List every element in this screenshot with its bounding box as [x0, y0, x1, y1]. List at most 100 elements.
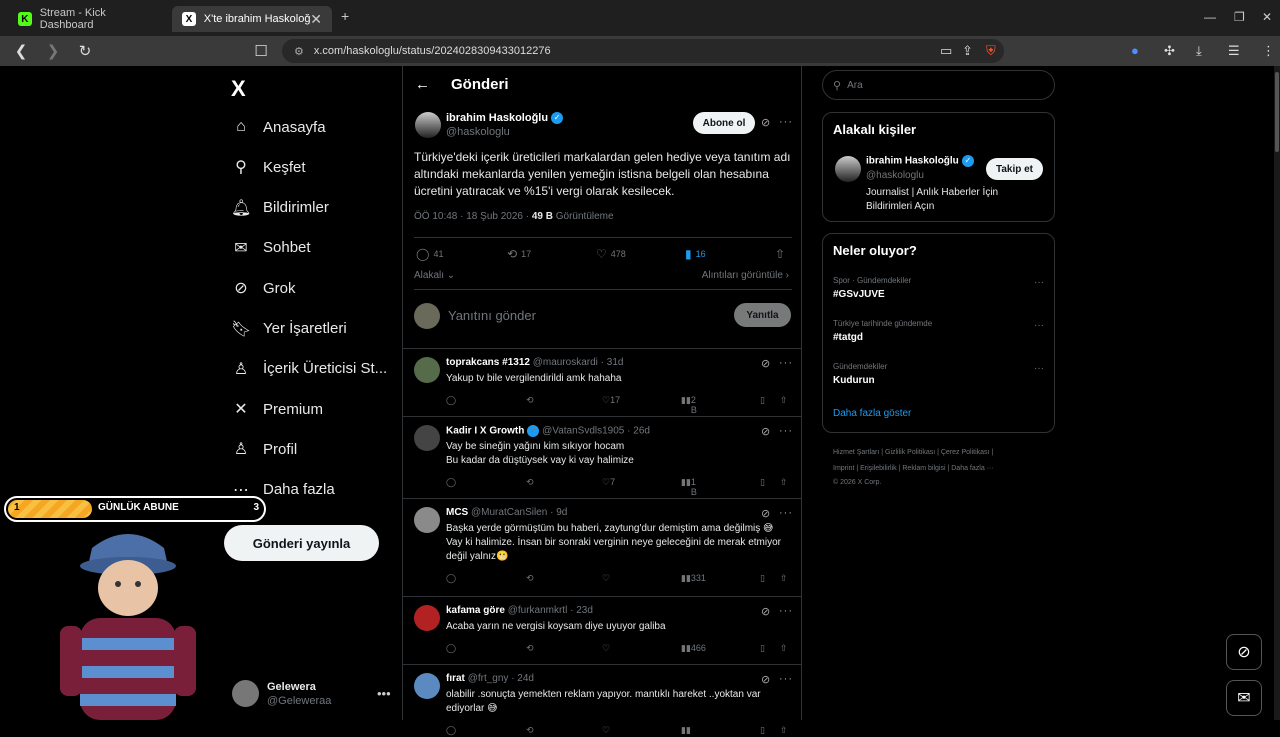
avatar[interactable] [414, 507, 440, 533]
reply-icon[interactable]: ◯ [446, 573, 456, 584]
share-icon[interactable]: ⇧ [780, 477, 788, 488]
nav-item-1[interactable]: ⚲ Keşfet [231, 152, 305, 182]
more-icon[interactable]: ··· [779, 605, 793, 617]
more-icon[interactable]: ··· [779, 673, 793, 685]
share-icon[interactable]: ⇧ [780, 643, 788, 654]
brave-shield-icon[interactable]: ⛨ [986, 43, 996, 59]
tab-x-post[interactable]: X X'te ibrahim Haskoloğlu: "Tür ✕ [172, 6, 332, 32]
search-input[interactable]: ⚲ Ara [822, 70, 1055, 100]
share-icon[interactable]: ⇧ [780, 395, 788, 406]
bookmark-action[interactable]: ▮ 16 [685, 247, 706, 261]
share-icon[interactable]: ⇧ [780, 725, 788, 736]
share-icon[interactable]: ⇪ [962, 43, 973, 59]
repost-icon[interactable]: ⟲ [526, 725, 534, 736]
x-logo[interactable]: X [231, 76, 246, 102]
grok-icon[interactable]: ⊘ [761, 357, 770, 370]
nav-item-7[interactable]: ✕ Premium [231, 394, 323, 424]
extensions-icon[interactable]: ✣ [1164, 43, 1175, 59]
share-icon[interactable]: ⇧ [775, 247, 789, 261]
like-action[interactable]: ♡ [602, 725, 610, 736]
avatar[interactable] [414, 425, 440, 451]
author-avatar[interactable] [415, 112, 441, 138]
bookmark-icon[interactable]: ▯ [760, 477, 765, 488]
reply-icon[interactable]: ◯ [446, 395, 456, 406]
like-action[interactable]: ♡ 7 [602, 477, 615, 488]
grok-icon[interactable]: ⊘ [761, 673, 770, 686]
reply-author[interactable]: Kadir I X Growth ✓ @VatanSvdls1905 · 26d [446, 425, 650, 437]
like-action[interactable]: ♡ [602, 573, 610, 584]
reply-item[interactable]: toprakcans #1312 @mauroskardi · 31d ⊘ ··· Y… [403, 348, 801, 416]
like-action[interactable]: ♡ 478 [596, 247, 626, 261]
views-action[interactable]: ▮▮ 1 B [681, 477, 697, 497]
nav-item-4[interactable]: ⊘ Grok [231, 273, 295, 303]
reply-author[interactable]: kafama göre @furkanmkrtl · 23d [446, 605, 593, 616]
view-quotes-link[interactable]: Alıntıları görüntüle › [702, 270, 789, 281]
bookmark-icon[interactable]: ▯ [760, 725, 765, 736]
bookmark-page-icon[interactable]: ☐ [250, 40, 272, 62]
share-icon[interactable]: ⇧ [780, 573, 788, 584]
reload-icon[interactable]: ↻ [74, 40, 96, 62]
scrollbar-thumb[interactable] [1275, 72, 1279, 152]
avatar[interactable] [414, 605, 440, 631]
grok-fab-icon[interactable]: ⊘ [1226, 634, 1262, 670]
cast-icon[interactable]: ▭ [940, 43, 952, 59]
tab-kick-dashboard[interactable]: K Stream - Kick Dashboard [8, 6, 170, 32]
reply-item[interactable]: Kadir I X Growth ✓ @VatanSvdls1905 · 26d ⊘… [403, 416, 801, 498]
reply-action[interactable]: ◯ 41 [416, 247, 443, 261]
restore-icon[interactable]: ❐ [1234, 10, 1245, 24]
like-action[interactable]: ♡ 17 [602, 395, 620, 406]
new-tab-button[interactable]: + [341, 8, 349, 24]
scrollbar[interactable] [1274, 66, 1280, 720]
reply-input[interactable]: Yanıtını gönder [448, 308, 536, 323]
reply-icon[interactable]: ◯ [446, 643, 456, 654]
reply-item[interactable]: kafama göre @furkanmkrtl · 23d ⊘ ··· Acaba … [403, 596, 801, 664]
more-icon[interactable]: ••• [377, 686, 391, 701]
subscribe-button[interactable]: Abone ol [693, 112, 755, 134]
more-icon[interactable]: ··· [1034, 320, 1044, 331]
author-handle[interactable]: @haskologlu [446, 126, 510, 138]
more-icon[interactable]: ··· [1034, 363, 1044, 374]
views-action[interactable]: ▮▮ 466 [681, 643, 706, 654]
bookmark-icon[interactable]: ▯ [760, 643, 765, 654]
minimize-icon[interactable]: — [1204, 10, 1216, 24]
repost-icon[interactable]: ⟲ [526, 573, 534, 584]
repost-icon[interactable]: ⟲ [526, 643, 534, 654]
extension-app-icon[interactable]: ● [1131, 43, 1139, 58]
repost-icon[interactable]: ⟲ [526, 477, 534, 488]
show-more-link[interactable]: Daha fazla göster [833, 408, 911, 419]
messages-fab-icon[interactable]: ✉ [1226, 680, 1262, 716]
avatar[interactable] [414, 357, 440, 383]
repost-action[interactable]: ⟲ 17 [507, 247, 531, 261]
media-icon[interactable]: ☰ [1228, 43, 1240, 59]
nav-item-3[interactable]: ✉ Sohbet [231, 233, 310, 263]
reply-icon[interactable]: ◯ [446, 477, 456, 488]
related-name[interactable]: ibrahim Haskoloğlu ✓ [866, 155, 974, 167]
nav-item-2[interactable]: 🔔︎ Bildirimler [231, 193, 329, 223]
menu-icon[interactable]: ⋮ [1262, 43, 1275, 59]
views-action[interactable]: ▮▮ 2 B [681, 395, 697, 415]
follow-button[interactable]: Takip et [986, 158, 1043, 180]
address-bar[interactable]: ⚙ x.com/haskologlu/status/20240283094330… [282, 39, 1004, 63]
post-button[interactable]: Gönderi yayınla [224, 525, 379, 561]
close-window-icon[interactable]: ✕ [1262, 10, 1272, 24]
more-icon[interactable]: ··· [1034, 277, 1044, 288]
bookmark-icon[interactable]: ▯ [760, 395, 765, 406]
reply-author[interactable]: toprakcans #1312 @mauroskardi · 31d [446, 357, 623, 368]
like-action[interactable]: ♡ [602, 643, 610, 654]
reply-button[interactable]: Yanıtla [734, 303, 791, 327]
reply-item[interactable]: fırat @frt_gny · 24d ⊘ ··· olabilir .sonuçt… [403, 664, 801, 735]
grok-icon[interactable]: ⊘ [761, 507, 770, 520]
more-icon[interactable]: ··· [779, 425, 793, 437]
nav-item-6[interactable]: ♙ İçerik Üreticisi St... [231, 354, 387, 384]
more-icon[interactable]: ··· [779, 507, 793, 519]
author-name[interactable]: ibrahim Haskoloğlu ✓ [446, 112, 564, 125]
footer-links[interactable]: Hizmet Şartları | Gizlilik Politikası | … [833, 448, 1053, 457]
nav-item-8[interactable]: ♙ Profil [231, 434, 297, 464]
views-action[interactable]: ▮▮ [681, 725, 691, 736]
nav-item-0[interactable]: ⌂ Anasayfa [231, 112, 325, 142]
avatar[interactable] [835, 156, 861, 182]
bookmark-icon[interactable]: ▯ [760, 573, 765, 584]
more-icon[interactable]: ··· [779, 357, 793, 369]
reply-author[interactable]: fırat @frt_gny · 24d [446, 673, 534, 684]
back-icon[interactable]: ❮ [10, 40, 32, 62]
